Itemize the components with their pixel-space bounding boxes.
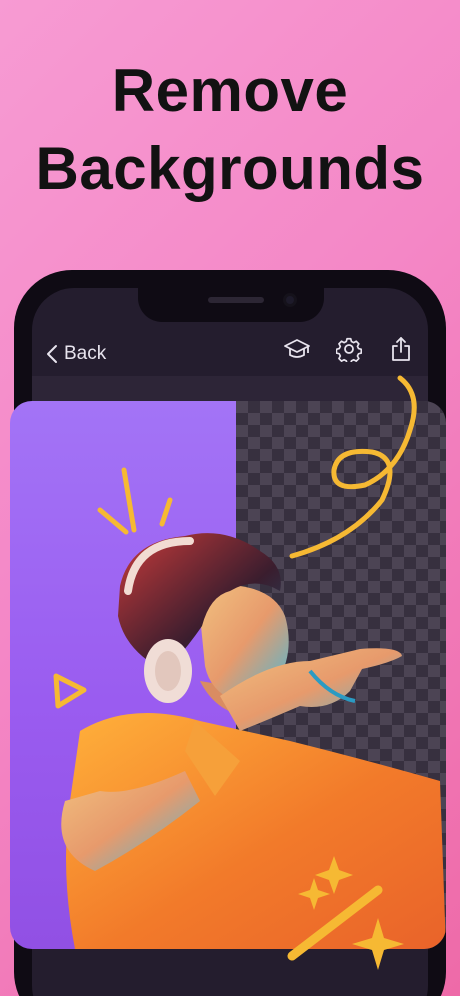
back-label: Back <box>64 343 107 364</box>
headline: Remove Backgrounds <box>0 52 460 208</box>
share-icon[interactable] <box>388 336 414 362</box>
headline-line-2: Backgrounds <box>35 135 425 202</box>
earpiece-speaker <box>208 297 264 303</box>
chevron-left-icon <box>47 345 57 363</box>
editor-toolbar-strip <box>32 376 428 402</box>
headline-line-1: Remove <box>111 57 349 124</box>
graduation-cap-icon[interactable] <box>284 336 310 362</box>
back-button[interactable]: Back <box>46 338 106 370</box>
app-navbar: Back <box>32 332 428 376</box>
phone-notch <box>138 288 324 322</box>
person-cutout <box>61 533 446 949</box>
photo-canvas[interactable] <box>10 401 446 949</box>
gear-icon[interactable] <box>336 336 362 362</box>
front-camera <box>283 293 297 307</box>
